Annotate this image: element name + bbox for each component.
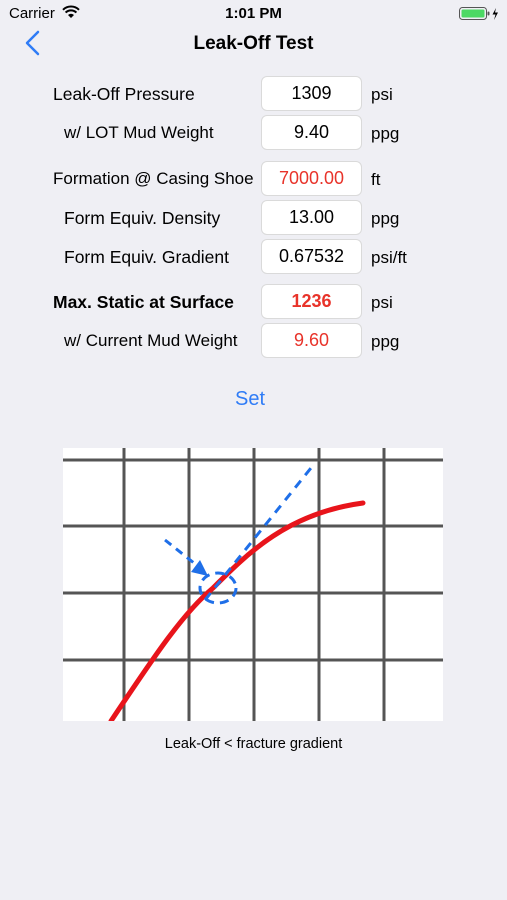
battery-icon xyxy=(459,7,498,20)
set-button[interactable]: Set xyxy=(210,388,290,411)
pointer-arrow-shaft xyxy=(164,538,200,569)
leak-off-pressure-label: Leak-Off Pressure xyxy=(53,84,195,104)
form-equiv-gradient-label: Form Equiv. Gradient xyxy=(64,247,230,267)
form-equiv-gradient-field[interactable]: 0.67532 xyxy=(261,239,362,274)
formation-depth-label: Formation @ Casing Shoe xyxy=(53,169,254,188)
linear-trend-dashed-line xyxy=(203,467,313,601)
screen-title: Leak-Off Test xyxy=(193,33,314,54)
pressure-curve xyxy=(108,500,366,721)
max-static-surface-label: Max. Static at Surface xyxy=(53,292,234,312)
current-mud-weight-field[interactable]: 9.60 xyxy=(261,323,362,358)
formation-depth-field[interactable]: 7000.00 xyxy=(261,161,362,196)
leak-off-pressure-field[interactable]: 1309 xyxy=(261,76,362,111)
lot-mud-weight-unit: ppg xyxy=(371,124,400,143)
diagram-caption: Leak-Off < fracture gradient xyxy=(164,736,343,752)
leak-off-diagram-graphic xyxy=(63,448,443,721)
max-static-surface-unit: psi xyxy=(371,293,393,312)
diagram-grid xyxy=(63,448,443,721)
lot-mud-weight-field[interactable]: 9.40 xyxy=(261,115,362,150)
form-equiv-density-unit: ppg xyxy=(371,209,400,228)
form-equiv-gradient-unit: psi/ft xyxy=(371,248,407,267)
lot-mud-weight-label: w/ LOT Mud Weight xyxy=(64,123,214,142)
navigation-bar: Leak-Off Test xyxy=(0,28,507,62)
current-mud-weight-unit: ppg xyxy=(371,332,400,351)
status-bar: Carrier 1:01 PM xyxy=(0,0,507,28)
pointer-arrow-head xyxy=(191,560,208,576)
formation-depth-unit: ft xyxy=(371,170,381,189)
max-static-surface-field: 1236 xyxy=(261,284,362,319)
form-equiv-density-field[interactable]: 13.00 xyxy=(261,200,362,235)
form-equiv-density-label: Form Equiv. Density xyxy=(64,208,221,228)
current-mud-weight-label: w/ Current Mud Weight xyxy=(64,331,238,350)
clock: 1:01 PM xyxy=(225,5,282,22)
leak-off-diagram xyxy=(63,448,443,721)
leak-off-pressure-unit: psi xyxy=(371,85,393,104)
